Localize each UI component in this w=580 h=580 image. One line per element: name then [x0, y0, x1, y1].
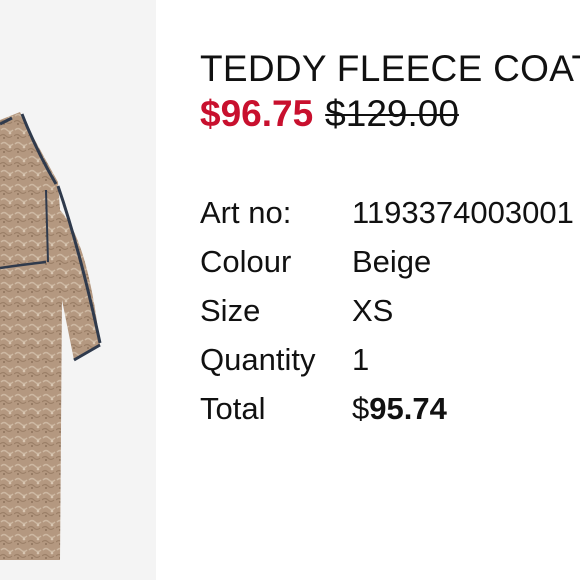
product-details: TEDDY FLEECE COAT $96.75 $129.00 Art no: … [200, 46, 580, 433]
spec-row-size: Size XS [200, 286, 580, 335]
spec-label: Size [200, 293, 261, 328]
total-currency: $ [352, 391, 370, 426]
order-item-card: TEDDY FLEECE COAT $96.75 $129.00 Art no: … [0, 0, 580, 580]
total-amount: 95.74 [369, 391, 447, 426]
total-label: Total [200, 391, 266, 426]
spec-value: 1 [352, 342, 370, 377]
spec-value: Beige [352, 244, 432, 279]
sale-price: $96.75 [200, 93, 314, 134]
total-value: $95.74 [352, 384, 447, 433]
spec-row-colour: Colour Beige [200, 237, 580, 286]
spec-value: 1193374003001 [352, 195, 574, 230]
spec-label: Art no: [200, 195, 292, 230]
product-title[interactable]: TEDDY FLEECE COAT [200, 46, 580, 92]
original-price: $129.00 [325, 93, 459, 134]
spec-row-art-no: Art no: 1193374003001 [200, 188, 580, 237]
spec-label: Colour [200, 244, 292, 279]
product-image[interactable] [0, 0, 156, 580]
spec-row-total: Total $95.74 [200, 384, 580, 433]
spec-row-quantity: Quantity 1 [200, 335, 580, 384]
spec-list: Art no: 1193374003001 Colour Beige Size … [200, 188, 580, 433]
coat-photo-icon [0, 112, 102, 560]
spec-value: XS [352, 293, 394, 328]
price-row: $96.75 $129.00 [200, 92, 580, 136]
spec-label: Quantity [200, 342, 316, 377]
